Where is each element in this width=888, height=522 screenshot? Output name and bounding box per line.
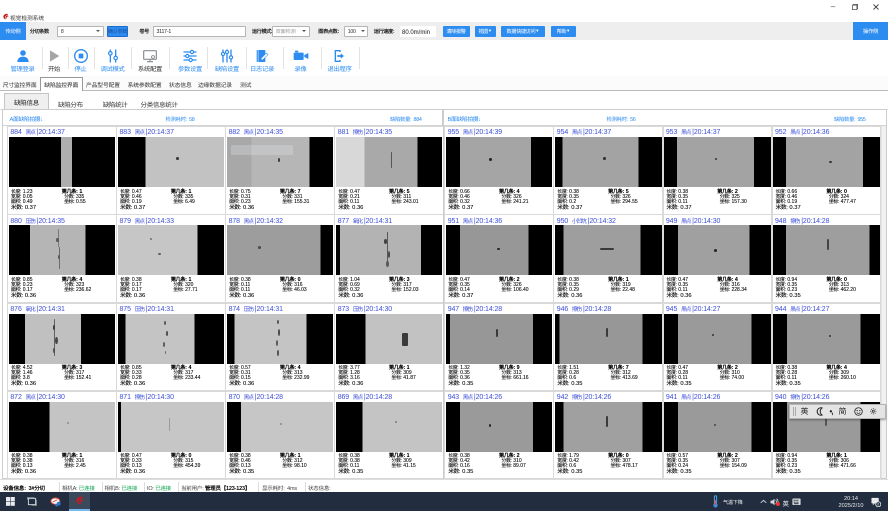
svg-text:6: 6: [877, 502, 879, 506]
